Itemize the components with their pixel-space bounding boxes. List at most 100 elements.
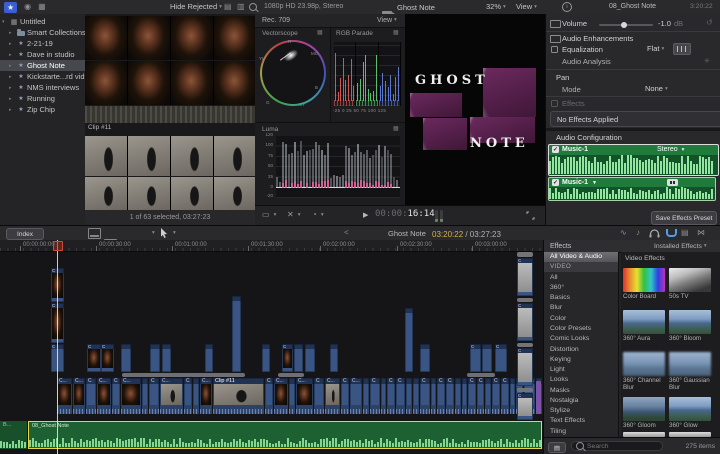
equalizer-button[interactable]	[673, 43, 691, 55]
disclosure-icon[interactable]: ▸	[9, 85, 15, 91]
audio-track-music1-component[interactable]: ✓ Music-1 ▾	[548, 177, 716, 201]
effects-checkbox[interactable]	[551, 100, 558, 107]
sidebar-item-ghost-note[interactable]: ▸★Ghost Note	[0, 60, 94, 71]
effects-category-light[interactable]: Light	[544, 365, 618, 375]
timeline-clip[interactable]: C...	[97, 378, 111, 414]
connect-clip-icon[interactable]	[88, 228, 101, 239]
effect-thumbnail-360-gloom[interactable]	[623, 397, 665, 421]
connected-clip[interactable]: C	[470, 344, 481, 372]
timeline-clip[interactable]: C	[184, 378, 192, 414]
timeline-clip[interactable]	[142, 378, 148, 414]
disclosure-icon[interactable]: ▸	[9, 74, 15, 80]
timeline-clip[interactable]: C...	[325, 378, 340, 414]
timeline-clip[interactable]: C	[314, 378, 324, 414]
effects-category-video[interactable]: VIDEO	[544, 262, 618, 272]
audio-meters[interactable]	[435, 210, 443, 222]
filter-dropdown[interactable]: Hide Rejected ▾	[170, 0, 222, 13]
audio-skimming-icon[interactable]: ♪	[636, 228, 640, 237]
connected-clip[interactable]	[262, 344, 270, 372]
search-icon[interactable]	[249, 3, 257, 11]
chevron-down-icon[interactable]: ▾	[152, 230, 155, 236]
connected-clip[interactable]	[150, 344, 160, 372]
timeline-clip[interactable]: C	[492, 378, 500, 414]
connected-clip[interactable]: C	[495, 344, 507, 372]
timeline-clip[interactable]: C...	[57, 378, 72, 414]
timeline-clip[interactable]: C	[468, 378, 476, 414]
search-input[interactable]	[587, 443, 657, 450]
equalization-checkbox[interactable]	[551, 46, 558, 53]
audio-track-music1-stereo[interactable]: ✓ Music-1 Stereo ▾	[548, 144, 719, 176]
disclosure-icon[interactable]: ▸	[9, 63, 15, 69]
disclosure-icon[interactable]: ▸	[9, 52, 15, 58]
timeline-clip[interactable]: C	[501, 378, 509, 414]
effects-category-masks[interactable]: Masks	[544, 386, 618, 396]
installed-effects-dropdown[interactable]: Installed Effects ▾	[654, 240, 707, 252]
sidebar-item-dave-in-studio[interactable]: ▸★Dave in studio	[0, 49, 94, 60]
disclosure-icon[interactable]: ▸	[9, 96, 15, 102]
effect-thumbnail-360-channel-blur[interactable]	[623, 352, 665, 376]
timeline-clip[interactable]	[193, 378, 199, 414]
timeline-clip[interactable]	[406, 378, 412, 414]
effects-category-text-effects[interactable]: Text Effects	[544, 416, 618, 426]
timeline-clip[interactable]	[431, 378, 436, 414]
timeline-clip[interactable]: C	[477, 378, 484, 414]
connected-clip[interactable]: C	[282, 344, 293, 372]
timeline-clip[interactable]	[510, 378, 515, 414]
timeline-appearance-icon[interactable]: ▤	[681, 228, 689, 237]
clip-thumbnail[interactable]	[85, 16, 127, 60]
clip-connection-bar[interactable]	[517, 252, 533, 257]
timeline-clip[interactable]: C	[370, 378, 380, 414]
info-inspector-icon[interactable]: i	[562, 2, 572, 12]
clip-thumbnail[interactable]	[128, 136, 170, 176]
retime-tool-dropdown[interactable]: ◔▾	[312, 210, 324, 219]
timeline-clip[interactable]: C	[420, 378, 430, 414]
index-button[interactable]: Index	[6, 228, 44, 240]
effect-thumbnail-360-gaussian-blur[interactable]	[669, 352, 711, 376]
effects-category-basics[interactable]: Basics	[544, 293, 618, 303]
effects-category-color[interactable]: Color	[544, 314, 618, 324]
clip-thumbnail[interactable]	[85, 136, 127, 176]
snapping-icon[interactable]	[666, 229, 677, 237]
effects-category-blur[interactable]: Blur	[544, 303, 618, 313]
save-effects-preset-button[interactable]: Save Effects Preset	[651, 211, 717, 225]
timeline-clip[interactable]: C...	[121, 378, 141, 414]
connected-clip[interactable]	[205, 344, 213, 372]
timeline-clip[interactable]: C	[265, 378, 273, 414]
clip-thumbnail[interactable]	[214, 16, 255, 60]
skimming-icon[interactable]: ∿	[620, 228, 627, 237]
transform-tool-dropdown[interactable]: ▭▾	[262, 210, 276, 219]
effects-tool-dropdown[interactable]: ✕▾	[287, 210, 300, 219]
audio-clip-selected[interactable]: 08_Ghost Note	[28, 421, 542, 449]
clip-thumbnail[interactable]	[128, 61, 170, 105]
timeline-clip[interactable]: C	[112, 378, 120, 414]
audio-clip-fragment[interactable]: B...	[0, 421, 27, 449]
clip-thumbnail[interactable]	[128, 177, 170, 210]
media-browser-toggle-icon[interactable]: ▤	[548, 442, 566, 453]
effects-category-distortion[interactable]: Distortion	[544, 345, 618, 355]
clip-thumbnail[interactable]	[214, 136, 255, 176]
connected-clip[interactable]	[305, 344, 315, 372]
timeline-clip[interactable]: Clip #11	[213, 378, 264, 414]
playhead-handle[interactable]	[53, 241, 63, 251]
channel-config-badge[interactable]	[667, 179, 678, 186]
connected-clip[interactable]	[121, 344, 131, 372]
reset-icon[interactable]: ↺	[706, 18, 713, 27]
effects-category-360[interactable]: 360°	[544, 283, 618, 293]
audio-analysis-icon[interactable]: ✳	[704, 57, 710, 65]
pan-mode-dropdown[interactable]: None ▾	[645, 83, 668, 94]
play-button[interactable]: ▶	[363, 211, 368, 219]
connected-clip[interactable]	[162, 344, 171, 372]
scope-settings-icon[interactable]: ▦	[317, 29, 323, 36]
connected-clip[interactable]	[294, 344, 303, 372]
effect-thumbnail-50s-tv[interactable]	[669, 268, 711, 292]
connected-clip[interactable]: C	[101, 344, 114, 372]
connected-clip[interactable]: C	[517, 258, 533, 296]
connected-clip-purple[interactable]	[536, 381, 541, 414]
filmstrip-row[interactable]	[85, 61, 255, 105]
effects-category-keying[interactable]: Keying	[544, 355, 618, 365]
chevron-down-icon[interactable]: ▾	[173, 230, 176, 236]
photos-audio-tab-icon[interactable]: ◉	[24, 0, 31, 13]
clip-thumbnail[interactable]	[214, 61, 255, 105]
effect-thumbnail-360-glow[interactable]	[669, 397, 711, 421]
timeline-clip[interactable]	[462, 378, 467, 414]
